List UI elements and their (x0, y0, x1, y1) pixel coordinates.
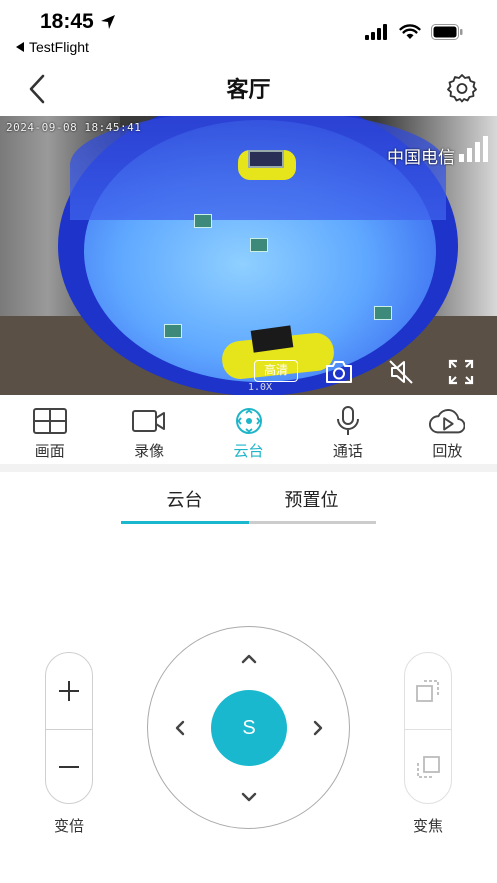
ptz-down-button[interactable] (235, 783, 263, 811)
video-camera-icon (132, 410, 166, 432)
function-bar: 画面 录像 云台 通话 回放 (0, 398, 497, 464)
floating-sensor (194, 214, 212, 228)
func-item-playback[interactable]: 回放 (398, 398, 497, 464)
camera-icon (326, 361, 352, 383)
video-toolbar: 高清 1.0X (0, 352, 497, 393)
tab-ptz[interactable]: 云台 (121, 486, 248, 512)
status-bar: 18:45 TestFlight (0, 0, 497, 62)
snapshot-button[interactable] (323, 356, 355, 388)
status-time-text: 18:45 (40, 10, 94, 33)
wifi-icon (399, 24, 421, 39)
minus-icon (59, 766, 79, 768)
gear-icon (447, 74, 477, 103)
func-label: 云台 (233, 443, 264, 460)
back-triangle-icon (16, 42, 24, 52)
cellular-signal-icon (365, 24, 387, 40)
chevron-up-icon (241, 654, 257, 664)
grid-icon (32, 408, 67, 434)
zoom-in-button[interactable] (46, 653, 92, 729)
chevron-left-icon (175, 720, 185, 736)
microphone-icon (336, 406, 359, 435)
ptz-direction-pad: S (147, 626, 350, 829)
func-item-screen[interactable]: 画面 (0, 398, 99, 464)
section-divider (0, 464, 497, 472)
ptz-icon (235, 408, 262, 434)
solar-panel (248, 150, 284, 168)
speaker-muted-icon (389, 360, 413, 384)
ptz-tabs: 云台 预置位 (121, 486, 376, 526)
focus-control (404, 652, 452, 804)
chevron-down-icon (241, 792, 257, 802)
func-label: 通话 (332, 443, 363, 460)
focus-label: 变焦 (412, 818, 443, 835)
back-button[interactable] (22, 72, 52, 106)
page-title: 客厅 (226, 77, 271, 102)
video-carrier-name: 中国电信 (387, 148, 455, 167)
back-app-label: TestFlight (29, 39, 89, 55)
func-label: 回放 (432, 443, 463, 460)
video-timestamp: 2024-09-08 18:45:41 (6, 121, 142, 134)
quality-button[interactable]: 高清 (254, 360, 298, 382)
zoom-control (45, 652, 93, 804)
floating-sensor (250, 238, 268, 252)
status-indicators (365, 24, 463, 40)
ptz-left-button[interactable] (166, 714, 194, 742)
tab-presets[interactable]: 预置位 (248, 486, 375, 512)
ptz-right-button[interactable] (304, 714, 332, 742)
cloud-play-icon (429, 409, 466, 434)
zoom-level-text: 1.0X (248, 382, 273, 393)
mute-button[interactable] (385, 356, 417, 388)
back-to-app-link[interactable]: TestFlight (16, 39, 89, 55)
chevron-left-icon (29, 74, 45, 104)
func-item-talk[interactable]: 通话 (298, 398, 397, 464)
func-label: 录像 (134, 443, 165, 460)
focus-far-button[interactable] (405, 729, 451, 805)
floating-sensor (164, 324, 182, 338)
tab-indicator-inactive (249, 521, 376, 524)
focus-near-button[interactable] (405, 653, 451, 729)
focus-expand-icon (416, 680, 439, 702)
live-video-view[interactable]: 2024-09-08 18:45:41 中国电信 高清 1.0X (0, 116, 497, 395)
focus-shrink-icon (417, 756, 440, 778)
tab-indicator-active (121, 521, 249, 524)
ptz-up-button[interactable] (235, 645, 263, 673)
video-signal-icon (459, 136, 489, 162)
zoom-label: 变倍 (53, 818, 84, 835)
fullscreen-icon (448, 359, 474, 385)
plus-icon (59, 681, 79, 701)
status-time: 18:45 (40, 10, 116, 34)
fullscreen-button[interactable] (445, 356, 477, 388)
chevron-right-icon (313, 720, 323, 736)
battery-icon (431, 24, 463, 40)
func-label: 画面 (34, 443, 65, 460)
ptz-center-button[interactable]: S (211, 690, 287, 766)
settings-button[interactable] (445, 70, 479, 106)
func-item-record[interactable]: 录像 (99, 398, 198, 464)
location-arrow-icon (100, 15, 115, 29)
zoom-out-button[interactable] (46, 729, 92, 805)
navigation-bar: 客厅 (0, 62, 497, 116)
func-item-ptz[interactable]: 云台 (199, 398, 298, 464)
floating-sensor (374, 306, 392, 320)
